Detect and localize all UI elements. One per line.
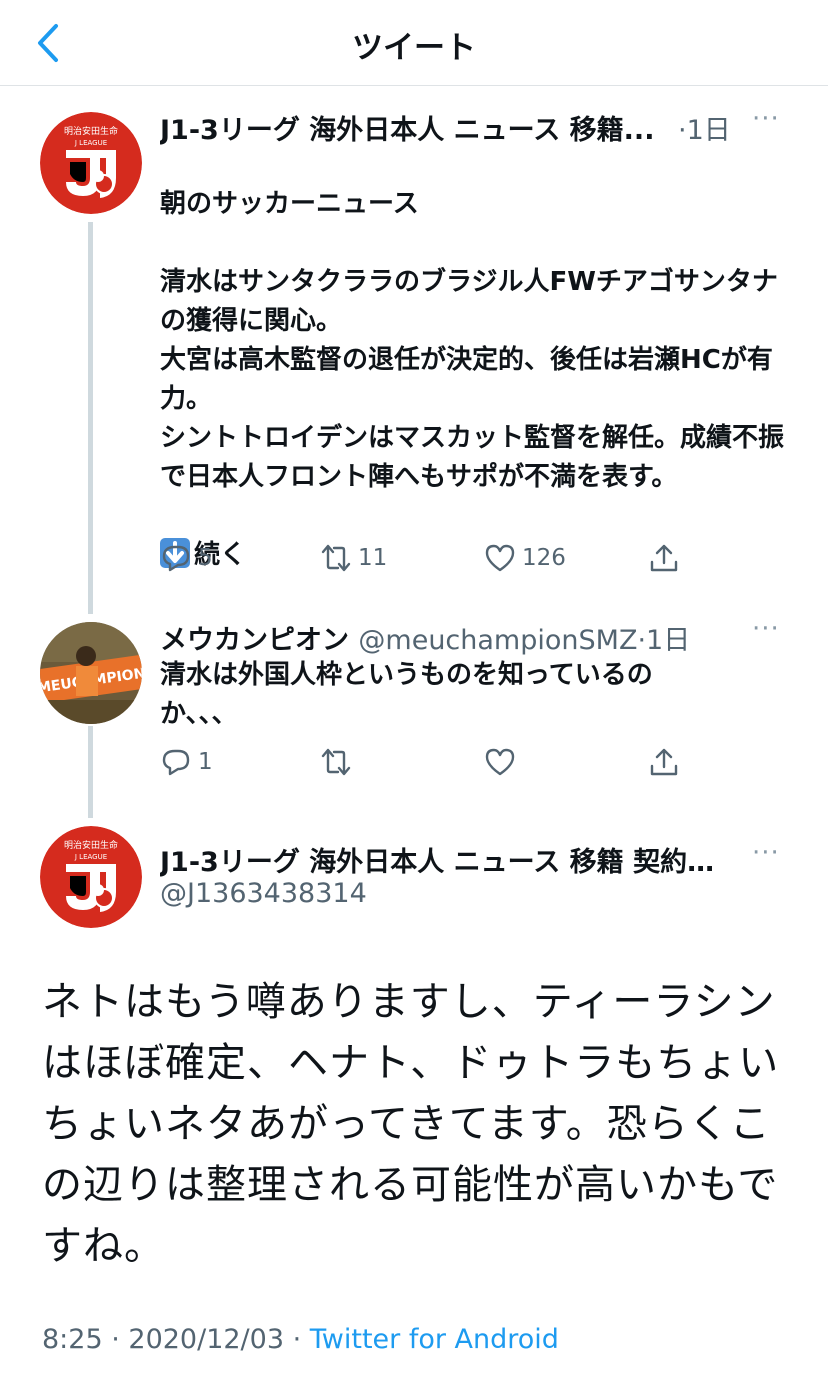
tweet-time: 8:25 — [42, 1324, 103, 1355]
retweet-count: 11 — [358, 545, 388, 571]
like-button[interactable]: 126 — [484, 542, 566, 574]
j-league-logo-icon: 明治安田生命 J LEAGUE — [40, 826, 142, 928]
reply-button[interactable]: 5 — [160, 542, 213, 574]
share-icon — [650, 544, 678, 572]
thread-line — [88, 726, 93, 818]
author-name[interactable]: J1-3リーグ 海外日本人 ニュース 移籍... — [160, 108, 670, 147]
user-handle[interactable]: @J1363438314 — [160, 878, 367, 909]
thread-line — [88, 222, 93, 614]
page-title: ツイート — [352, 30, 476, 66]
reply-button[interactable]: 1 — [160, 746, 213, 778]
tweet-text: 清水は外国人枠というものを知っているのか、、、 — [160, 660, 653, 729]
retweet-button[interactable] — [320, 746, 358, 778]
separator: · — [102, 1324, 129, 1355]
top-bar: ツイート — [0, 0, 828, 86]
more-options-button[interactable]: ··· — [752, 104, 780, 134]
j-league-logo-icon: 明治安田生命 J LEAGUE — [40, 112, 142, 214]
user-handle: @meuchampionSMZ — [358, 625, 638, 656]
share-button[interactable] — [648, 746, 686, 778]
reply-icon — [162, 545, 190, 572]
tweet-time: ·1日 — [678, 115, 731, 146]
heart-icon — [485, 748, 515, 776]
svg-text:明治安田生命: 明治安田生命 — [64, 839, 118, 851]
tweet-footer: 8:25 · 2020/12/03 · Twitter for Android — [42, 1324, 559, 1355]
meuchampion-avatar: MEUCAMPION — [40, 622, 142, 724]
more-options-button[interactable]: ··· — [752, 614, 780, 644]
share-icon — [650, 748, 678, 776]
reply-count: 5 — [198, 545, 213, 571]
tweet-body: 朝のサッカーニュース 清水はサンタクララのブラジル人FWチアゴサンタナの獲得に関… — [160, 189, 785, 492]
tweet-time: ·1日 — [637, 625, 691, 656]
retweet-icon — [321, 544, 351, 572]
reply-icon — [162, 749, 190, 776]
more-options-button[interactable]: ··· — [752, 838, 780, 868]
tweet-text: 朝のサッカーニュース 清水はサンタクララのブラジル人FWチアゴサンタナの獲得に関… — [160, 146, 790, 575]
reply-count: 1 — [198, 749, 213, 775]
avatar[interactable]: 明治安田生命 J LEAGUE — [40, 826, 142, 928]
like-button[interactable] — [484, 746, 522, 778]
tweet-actions: 5 11 126 — [160, 542, 700, 582]
svg-text:J LEAGUE: J LEAGUE — [74, 139, 107, 147]
svg-text:明治安田生命: 明治安田生命 — [64, 125, 118, 137]
avatar[interactable]: MEUCAMPION — [40, 622, 142, 724]
author-name[interactable]: J1-3リーグ 海外日本人 ニュース 移籍 契約… — [160, 840, 740, 879]
retweet-icon — [321, 748, 351, 776]
svg-text:J LEAGUE: J LEAGUE — [74, 853, 107, 861]
author-name[interactable]: メウカンピオン @meuchampionSMZ·1日 — [160, 618, 720, 657]
separator: · — [284, 1324, 310, 1355]
share-button[interactable] — [648, 542, 686, 574]
tweet-date: 2020/12/03 — [128, 1324, 285, 1355]
display-name: メウカンピオン — [160, 625, 349, 656]
like-count: 126 — [522, 545, 566, 571]
tweet-actions: 1 — [160, 746, 700, 786]
client-link[interactable]: Twitter for Android — [310, 1324, 559, 1355]
main-tweet-text: ネトはもう噂ありますし、ティーラシンはほぼ確定、ヘナト、ドゥトラもちょいちょいネ… — [42, 979, 780, 1269]
avatar[interactable]: 明治安田生命 J LEAGUE — [40, 112, 142, 214]
retweet-button[interactable]: 11 — [320, 542, 387, 574]
heart-icon — [485, 544, 515, 572]
